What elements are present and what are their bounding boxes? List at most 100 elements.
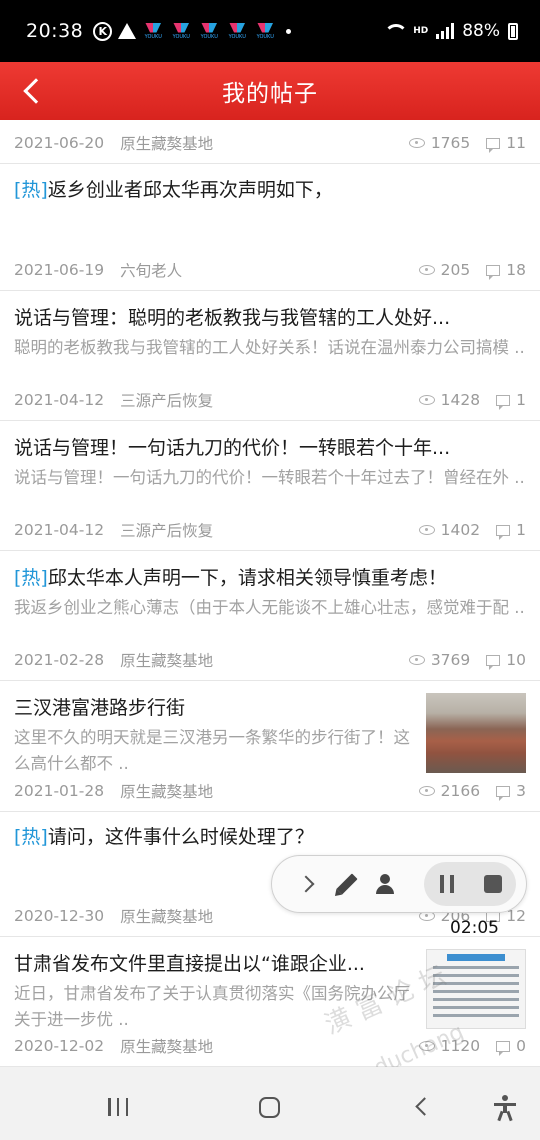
- battery-icon: [508, 22, 518, 40]
- warning-icon: [118, 23, 137, 39]
- accessibility-icon[interactable]: [493, 1095, 517, 1122]
- post-title: [热]返乡创业者邱太华再次声明如下，: [14, 179, 333, 201]
- post-stats: 205 18: [418, 261, 526, 280]
- youku-icon: YOUKU: [170, 20, 192, 42]
- view-count: 1402: [440, 521, 481, 539]
- post-stats: 3769 10: [408, 651, 526, 670]
- comment-icon: [486, 654, 501, 670]
- comment-count: 0: [516, 1037, 526, 1055]
- post-board: 原生藏獒基地: [120, 1038, 214, 1056]
- post-title: 说话与管理：聪明的老板教我与我管辖的工人处好...: [14, 307, 451, 329]
- comment-icon: [496, 394, 511, 410]
- post-date: 2021-06-19: [14, 261, 105, 279]
- comment-count: 10: [506, 651, 526, 669]
- post-meta: 2021-06-20 原生藏獒基地 1765 11: [14, 133, 526, 153]
- post-board: 原生藏獒基地: [120, 135, 214, 153]
- list-item[interactable]: [热]返乡创业者邱太华再次声明如下， 2021-06-19 六旬老人 205 1…: [0, 164, 540, 291]
- comment-count: 1: [516, 391, 526, 409]
- pen-icon: [336, 873, 358, 895]
- back-nav-button[interactable]: [415, 1097, 434, 1116]
- comment-count: 3: [516, 782, 526, 800]
- post-board: 原生藏獒基地: [120, 652, 214, 670]
- post-stats: 1402 1: [418, 521, 526, 540]
- eye-icon: [408, 655, 425, 665]
- post-stats: 1428 1: [418, 391, 526, 410]
- post-title: 甘肃省发布文件里直接提出以“谁跟企业...: [14, 953, 365, 975]
- eye-icon: [418, 786, 435, 796]
- post-excerpt: 我返乡创业之熊心薄志（由于本人无能谈不上雄心壮志，感觉难于配 ..: [14, 598, 525, 617]
- view-count: 2166: [440, 782, 481, 800]
- stop-button[interactable]: [474, 865, 512, 903]
- recording-timer: 02:05: [450, 918, 499, 938]
- wifi-icon: [383, 23, 409, 39]
- post-date: 2021-02-28: [14, 651, 105, 669]
- eye-icon: [408, 138, 425, 148]
- post-meta: 2021-06-19 六旬老人 205 18: [14, 260, 526, 280]
- hot-tag: [热]: [14, 567, 48, 589]
- more-notifications-dot-icon: [286, 28, 292, 34]
- app-header: 我的帖子: [0, 62, 540, 120]
- post-title: 三汊港富港路步行街: [14, 697, 186, 719]
- list-item[interactable]: 三汊港富港路步行街 这里不久的明天就是三汊港另一条繁华的步行街了！这么高什么都不…: [0, 681, 540, 812]
- youku-icon: YOUKU: [198, 20, 220, 42]
- system-nav-bar: [0, 1067, 540, 1140]
- view-count: 1765: [430, 134, 471, 152]
- draw-button[interactable]: [328, 865, 366, 903]
- view-count: 3769: [430, 651, 471, 669]
- post-date: 2021-04-12: [14, 391, 105, 409]
- post-meta: 2021-02-28 原生藏獒基地 3769 10: [14, 650, 526, 670]
- battery-percent: 88%: [462, 21, 500, 41]
- list-item[interactable]: 2021-06-20 原生藏獒基地 1765 11: [0, 120, 540, 164]
- list-item[interactable]: 说话与管理！一句话九刀的代价！一转眼若个十年... 说话与管理！一句话九刀的代价…: [0, 421, 540, 551]
- comment-count: 1: [516, 521, 526, 539]
- list-item[interactable]: [热]邱太华本人声明一下，请求相关领导慎重考虑！ 我返乡创业之熊心薄志（由于本人…: [0, 551, 540, 681]
- pause-button[interactable]: [428, 865, 466, 903]
- comment-icon: [496, 785, 511, 801]
- system-status-icons: HD 88%: [383, 21, 518, 41]
- post-date: 2021-06-20: [14, 134, 105, 152]
- post-title: [热]邱太华本人声明一下，请求相关领导慎重考虑！: [14, 567, 447, 589]
- home-button[interactable]: [259, 1097, 280, 1118]
- page-title: 我的帖子: [222, 81, 318, 107]
- comment-icon: [496, 524, 511, 540]
- post-excerpt: 说话与管理！一句话九刀的代价！一转眼若个十年过去了！曾经在外 ..: [14, 468, 525, 487]
- post-board: 三源产后恢复: [120, 522, 214, 540]
- status-bar: 20:38 K YOUKU YOUKU YOUKU YOUKU YOUKU HD…: [0, 0, 540, 62]
- hot-tag: [热]: [14, 179, 48, 201]
- chevron-left-icon: [23, 78, 49, 104]
- recording-controls: [424, 862, 516, 906]
- collapse-button[interactable]: [290, 865, 328, 903]
- post-meta: 2021-04-12 三源产后恢复 1402 1: [14, 520, 526, 540]
- youku-icon: YOUKU: [226, 20, 248, 42]
- person-icon: [374, 873, 396, 895]
- view-count: 205: [440, 261, 471, 279]
- post-excerpt: 这里不久的明天就是三汊港另一条繁华的步行街了！这么高什么都不 ..: [14, 728, 410, 773]
- recent-apps-button[interactable]: [108, 1098, 128, 1116]
- comment-count: 11: [506, 134, 526, 152]
- list-item[interactable]: 说话与管理：聪明的老板教我与我管辖的工人处好... 聪明的老板教我与我管辖的工人…: [0, 291, 540, 421]
- hot-tag: [热]: [14, 826, 48, 848]
- post-title: [热]请问，这件事什么时候处理了？: [14, 826, 314, 848]
- youku-icon: YOUKU: [254, 20, 276, 42]
- chevron-right-icon: [297, 875, 315, 893]
- post-thumbnail-image: [426, 693, 526, 773]
- status-time: 20:38: [26, 20, 84, 42]
- post-date: 2020-12-02: [14, 1037, 105, 1055]
- k-app-icon: K: [93, 21, 113, 41]
- comment-icon: [486, 264, 501, 280]
- comment-icon: [486, 137, 501, 153]
- back-button[interactable]: [12, 71, 52, 111]
- screen-recorder-toolbar: [271, 855, 527, 913]
- pause-icon: [440, 875, 454, 893]
- post-excerpt: 聪明的老板教我与我管辖的工人处好关系！话说在温州泰力公司搞模 ..: [14, 338, 525, 357]
- stop-icon: [484, 875, 502, 893]
- eye-icon: [418, 265, 435, 275]
- youku-icon: YOUKU: [142, 20, 164, 42]
- list-item[interactable]: 甘肃省发布文件里直接提出以“谁跟企业... 近日，甘肃省发布了关于认真贯彻落实《…: [0, 937, 540, 1067]
- post-board: 六旬老人: [120, 262, 183, 280]
- comment-icon: [496, 1040, 511, 1056]
- post-stats: 2166 3: [418, 782, 526, 801]
- post-board: 原生藏獒基地: [120, 783, 214, 801]
- post-stats: 1765 11: [408, 134, 526, 153]
- selfie-view-button[interactable]: [366, 865, 404, 903]
